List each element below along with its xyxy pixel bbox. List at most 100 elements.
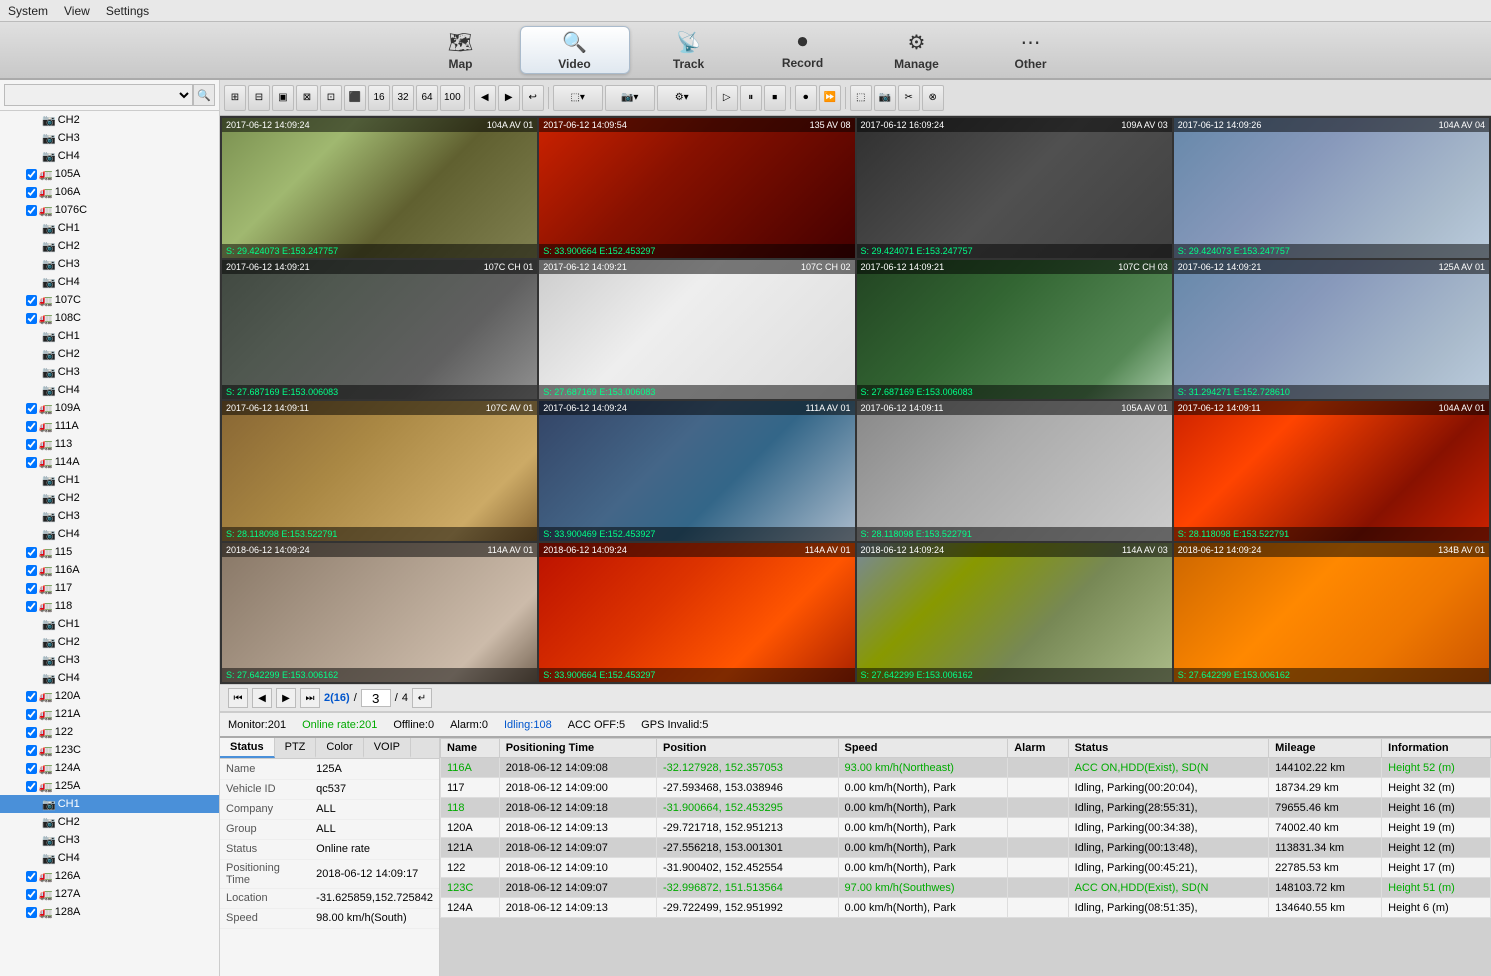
tab-track[interactable]: 📡 Track [634, 26, 744, 74]
video-cell-15[interactable]: 2018-06-12 14:09:24 114A AV 03 S: 27.642… [857, 543, 1172, 683]
tree-item-ch3[interactable]: 📷CH3 [0, 129, 219, 147]
col-alarm[interactable]: Alarm [1008, 739, 1068, 758]
tree-item-125a[interactable]: 🚛125A [0, 777, 219, 795]
table-row[interactable]: 123C 2018-06-12 14:09:07 -32.996872, 151… [441, 878, 1491, 898]
vehicle-checkbox[interactable] [26, 547, 37, 558]
info-tab-voip[interactable]: VOIP [364, 738, 411, 758]
col-information[interactable]: Information [1382, 739, 1491, 758]
tree-item-108c-ch3[interactable]: 📷CH3 [0, 363, 219, 381]
tree-item-1076c-ch2[interactable]: 📷CH2 [0, 237, 219, 255]
toolbar-preset[interactable]: ⚙▾ [657, 85, 707, 111]
info-tab-ptz[interactable]: PTZ [275, 738, 317, 758]
toolbar-btn-16[interactable]: 16 [368, 85, 390, 111]
col-mileage[interactable]: Mileage [1269, 739, 1382, 758]
toolbar-screen-sel[interactable]: ⬚▾ [553, 85, 603, 111]
tree-item-117[interactable]: 🚛117 [0, 579, 219, 597]
toolbar-cut[interactable]: ✂ [898, 85, 920, 111]
tree-item-118-ch2[interactable]: 📷CH2 [0, 633, 219, 651]
toolbar-btn-3[interactable]: ▣ [272, 85, 294, 111]
page-first-btn[interactable]: ⏮ [228, 688, 248, 708]
tree-item-123c[interactable]: 🚛123C [0, 741, 219, 759]
tree-item-122[interactable]: 🚛122 [0, 723, 219, 741]
tree-item-115[interactable]: 🚛115 [0, 543, 219, 561]
tree-item-1076c-ch1[interactable]: 📷CH1 [0, 219, 219, 237]
video-cell-13[interactable]: 2018-06-12 14:09:24 114A AV 01 S: 27.642… [222, 543, 537, 683]
tree-item-114a[interactable]: 🚛114A [0, 453, 219, 471]
tree-item-116a[interactable]: 🚛116A [0, 561, 219, 579]
tree-item-125a-ch1[interactable]: 📷CH1 [0, 795, 219, 813]
tree-item-114a-ch3[interactable]: 📷CH3 [0, 507, 219, 525]
table-row[interactable]: 116A 2018-06-12 14:09:08 -32.127928, 152… [441, 758, 1491, 778]
vehicle-checkbox[interactable] [26, 457, 37, 468]
table-row[interactable]: 124A 2018-06-12 14:09:13 -29.722499, 152… [441, 898, 1491, 918]
vehicle-checkbox[interactable] [26, 313, 37, 324]
page-go-btn[interactable]: ↵ [412, 688, 432, 708]
vehicle-checkbox[interactable] [26, 583, 37, 594]
tab-video[interactable]: 🔍 Video [520, 26, 630, 74]
table-row[interactable]: 120A 2018-06-12 14:09:13 -29.721718, 152… [441, 818, 1491, 838]
tab-manage[interactable]: ⚙ Manage [862, 26, 972, 74]
vehicle-checkbox[interactable] [26, 187, 37, 198]
video-cell-9[interactable]: 2017-06-12 14:09:11 107C AV 01 S: 28.118… [222, 401, 537, 541]
page-input[interactable] [361, 689, 391, 707]
vehicle-checkbox[interactable] [26, 907, 37, 918]
search-select[interactable] [4, 84, 193, 106]
video-cell-11[interactable]: 2017-06-12 14:09:11 105A AV 01 S: 28.118… [857, 401, 1172, 541]
video-cell-16[interactable]: 2018-06-12 14:09:24 134B AV 01 S: 27.642… [1174, 543, 1489, 683]
video-cell-14[interactable]: 2018-06-12 14:09:24 114A AV 01 S: 33.900… [539, 543, 854, 683]
vehicle-checkbox[interactable] [26, 421, 37, 432]
tree-item-126a[interactable]: 🚛126A [0, 867, 219, 885]
vehicle-checkbox[interactable] [26, 889, 37, 900]
col-name[interactable]: Name [441, 739, 500, 758]
tab-map[interactable]: 🗺 Map [406, 26, 516, 74]
data-table-container[interactable]: NamePositioning TimePositionSpeedAlarmSt… [440, 738, 1491, 976]
tree-item-108c-ch2[interactable]: 📷CH2 [0, 345, 219, 363]
tab-other[interactable]: ⋯ Other [976, 26, 1086, 74]
vehicle-checkbox[interactable] [26, 295, 37, 306]
tree-item-114a-ch2[interactable]: 📷CH2 [0, 489, 219, 507]
tree-item-108c[interactable]: 🚛108C [0, 309, 219, 327]
toolbar-rec[interactable]: ⏺ [795, 85, 817, 111]
toolbar-play[interactable]: ▷ [716, 85, 738, 111]
vehicle-checkbox[interactable] [26, 871, 37, 882]
vehicle-checkbox[interactable] [26, 709, 37, 720]
table-row[interactable]: 117 2018-06-12 14:09:00 -27.593468, 153.… [441, 778, 1491, 798]
tree-item-125a-ch4[interactable]: 📷CH4 [0, 849, 219, 867]
col-positioning time[interactable]: Positioning Time [499, 739, 656, 758]
toolbar-prev[interactable]: ◀ [474, 85, 496, 111]
video-cell-10[interactable]: 2017-06-12 14:09:24 111A AV 01 S: 33.900… [539, 401, 854, 541]
page-prev-btn[interactable]: ◀ [252, 688, 272, 708]
video-cell-1[interactable]: 2017-06-12 14:09:24 104A AV 01 S: 29.424… [222, 118, 537, 258]
vehicle-checkbox[interactable] [26, 763, 37, 774]
tree-item-118-ch1[interactable]: 📷CH1 [0, 615, 219, 633]
table-row[interactable]: 121A 2018-06-12 14:09:07 -27.556218, 153… [441, 838, 1491, 858]
video-cell-4[interactable]: 2017-06-12 14:09:26 104A AV 04 S: 29.424… [1174, 118, 1489, 258]
vehicle-checkbox[interactable] [26, 781, 37, 792]
tree-item-108c-ch1[interactable]: 📷CH1 [0, 327, 219, 345]
toolbar-cam-sel[interactable]: 📷▾ [605, 85, 655, 111]
tree-item-105a[interactable]: 🚛105A [0, 165, 219, 183]
video-cell-6[interactable]: 2017-06-12 14:09:21 107C CH 02 S: 27.687… [539, 260, 854, 400]
tree-item-108c-ch4[interactable]: 📷CH4 [0, 381, 219, 399]
tree-item-118-ch3[interactable]: 📷CH3 [0, 651, 219, 669]
tree-item-120a[interactable]: 🚛120A [0, 687, 219, 705]
tree-item-114a-ch1[interactable]: 📷CH1 [0, 471, 219, 489]
toolbar-stop[interactable]: ⏹ [764, 85, 786, 111]
col-position[interactable]: Position [656, 739, 838, 758]
menu-settings[interactable]: Settings [106, 4, 149, 18]
toolbar-next[interactable]: ▶ [498, 85, 520, 111]
vehicle-checkbox[interactable] [26, 691, 37, 702]
vehicle-checkbox[interactable] [26, 205, 37, 216]
page-next-btn[interactable]: ▶ [276, 688, 296, 708]
toolbar-fast[interactable]: ⏩ [819, 85, 841, 111]
toolbar-screenshot[interactable]: 📷 [874, 85, 896, 111]
menu-system[interactable]: System [8, 4, 48, 18]
vehicle-checkbox[interactable] [26, 565, 37, 576]
toolbar-btn-32[interactable]: 32 [392, 85, 414, 111]
toolbar-btn-1[interactable]: ⊞ [224, 85, 246, 111]
tree-item-128a[interactable]: 🚛128A [0, 903, 219, 921]
vehicle-checkbox[interactable] [26, 745, 37, 756]
tree-item-ch4[interactable]: 📷CH4 [0, 147, 219, 165]
toolbar-btn-4[interactable]: ⊠ [296, 85, 318, 111]
toolbar-pause[interactable]: ⏸ [740, 85, 762, 111]
